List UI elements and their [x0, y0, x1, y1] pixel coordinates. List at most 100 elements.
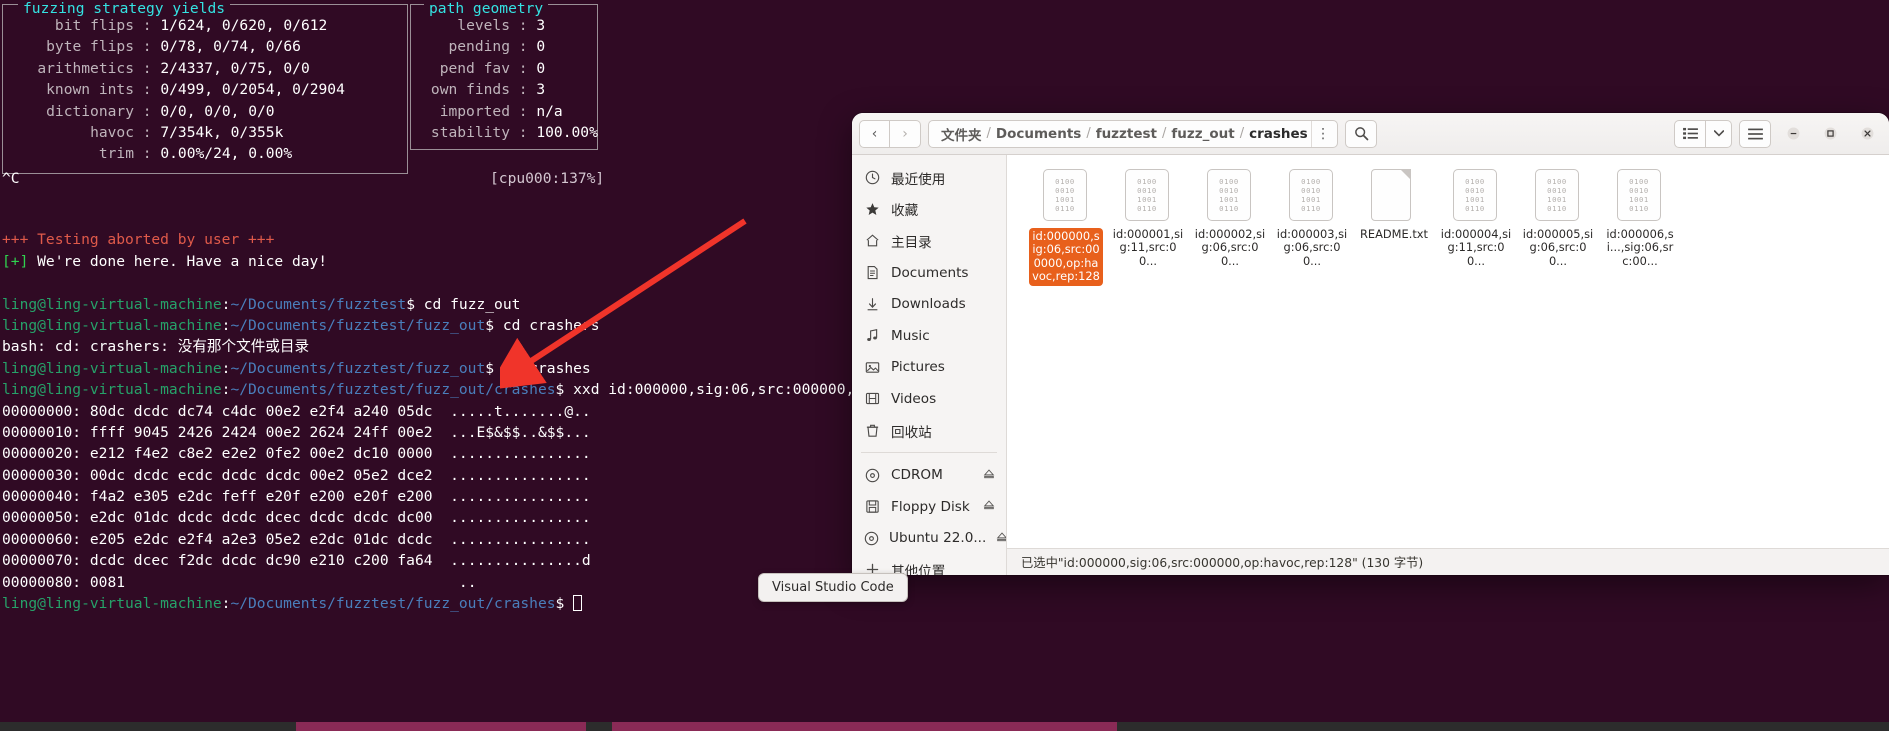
text-file-icon	[1371, 169, 1417, 225]
taskbar-segment-4[interactable]	[612, 722, 1117, 731]
path-menu-button[interactable]: ⋮	[1311, 120, 1335, 147]
afl-geometry-label: stability	[430, 123, 510, 141]
hamburger-menu-icon[interactable]	[1739, 119, 1771, 148]
breadcrumb-item[interactable]: fuzz_out	[1167, 126, 1238, 142]
prompt-path: ~/Documents/fuzztest/fuzz_out	[230, 359, 486, 377]
floppy-icon	[864, 499, 881, 514]
list-view-icon[interactable]	[1674, 119, 1706, 148]
download-icon	[864, 297, 881, 312]
sidebar-item-cdrom[interactable]: CDROM	[852, 459, 1006, 491]
afl-strategy-label: dictionary	[46, 102, 134, 120]
afl-geometry-label: levels	[457, 17, 510, 34]
file-item[interactable]: README.txt	[1353, 165, 1435, 292]
hex-ascii: ................	[432, 488, 591, 506]
sidebar-item-[interactable]: 主目录	[852, 225, 1006, 257]
sidebar-item-[interactable]: 其他位置	[852, 554, 1006, 575]
eject-icon[interactable]	[983, 499, 995, 514]
afl-strategy-row: known ints : 0/499, 0/2054, 0/2904	[6, 79, 345, 100]
taskbar-segment-3[interactable]	[586, 722, 612, 731]
binary-file-icon: 0100 0010 1001 0110	[1207, 169, 1253, 225]
sidebar-item-label: Ubuntu 22.0...	[889, 530, 987, 547]
hex-ascii: ...............d	[432, 552, 591, 570]
document-icon	[864, 265, 881, 280]
file-name-label: id:000000,sig:06,src:000000,op:havoc,rep…	[1029, 228, 1103, 286]
prompt-userhost: ling@ling-virtual-machine	[2, 295, 222, 313]
afl-strategy-value: 0/499, 0/2054, 0/2904	[160, 81, 345, 99]
sidebar-item-[interactable]: 收藏	[852, 194, 1006, 226]
hex-offset: 00000020:	[2, 445, 90, 463]
afl-geometry-row: levels : 3	[414, 15, 598, 36]
sidebar-item-floppy-disk[interactable]: Floppy Disk	[852, 491, 1006, 523]
terminal-prompt-line: ling@ling-virtual-machine:~/Documents/fu…	[0, 315, 1000, 336]
prompt-userhost: ling@ling-virtual-machine	[2, 359, 222, 377]
sidebar-item-pictures[interactable]: Pictures	[852, 352, 1006, 384]
forward-button[interactable]: ›	[890, 119, 921, 148]
hex-bytes: e2dc 01dc dcdc dcdc dcec dcdc dcdc dc00	[89, 509, 433, 527]
sidebar-item-music[interactable]: Music	[852, 320, 1006, 352]
breadcrumb-item[interactable]: fuzztest	[1092, 126, 1161, 142]
breadcrumb-item[interactable]: Documents	[992, 126, 1085, 142]
file-manager-window[interactable]: ‹ › 文件夹 / Documents / fuzztest / fuzz_out / cras…	[852, 113, 1889, 575]
hex-bytes: ffff 9045 2426 2424 00e2 2624 24ff 00e2	[89, 423, 433, 441]
sidebar-item-documents[interactable]: Documents	[852, 257, 1006, 289]
file-item[interactable]: 0100 0010 1001 0110 id:000001,sig:11,src:00.…	[1107, 165, 1189, 292]
hex-bytes: 80dc dcdc dc74 c4dc 00e2 e2f4 a240 05dc	[89, 402, 433, 420]
sidebar-item-[interactable]: 回收站	[852, 415, 1006, 447]
sidebar-item-label: Floppy Disk	[891, 498, 970, 515]
afl-geometry-label: own finds	[430, 81, 510, 99]
file-item[interactable]: 0100 0010 1001 0110 id:000003,sig:06,src:00.…	[1271, 165, 1353, 292]
file-manager-headerbar: ‹ › 文件夹 / Documents / fuzztest / fuzz_out / cras…	[852, 113, 1889, 155]
eject-icon[interactable]	[983, 468, 995, 483]
breadcrumb[interactable]: 文件夹 / Documents / fuzztest / fuzz_out / crashes …	[928, 119, 1338, 148]
minimize-button[interactable]	[1778, 120, 1808, 148]
afl-strategy-rows: bit flips : 1/624, 0/620, 0/612 byte flip…	[6, 15, 345, 165]
binary-file-icon: 0100 0010 1001 0110	[1617, 169, 1663, 225]
prompt-command: cd crashers	[494, 316, 600, 334]
hex-ascii: ...E$&$$..&$$...	[432, 423, 591, 441]
breadcrumb-item[interactable]: crashes	[1245, 126, 1308, 142]
taskbar-segment-2[interactable]	[296, 722, 586, 731]
file-item[interactable]: 0100 0010 1001 0110 id:000004,sig:11,src:00.…	[1435, 165, 1517, 292]
prompt-path: ~/Documents/fuzztest	[230, 295, 407, 313]
prompt-dollar: $	[406, 295, 415, 313]
chevron-down-icon[interactable]	[1706, 119, 1732, 148]
taskbar-segment-1[interactable]	[0, 722, 296, 731]
back-button[interactable]: ‹	[859, 119, 890, 148]
maximize-button[interactable]	[1815, 120, 1845, 148]
file-item[interactable]: 0100 0010 1001 0110 id:000002,sig:06,src:00.…	[1189, 165, 1271, 292]
file-grid[interactable]: 0100 0010 1001 0110 id:000000,sig:06,src:000…	[1007, 155, 1889, 292]
afl-strategy-label: bit flips	[54, 17, 134, 34]
sidebar-item-downloads[interactable]: Downloads	[852, 288, 1006, 320]
file-item[interactable]: 0100 0010 1001 0110 id:000005,sig:06,src:00.…	[1517, 165, 1599, 292]
sidebar[interactable]: 最近使用 收藏 主目录 Documents Downloads Music Pictures…	[852, 155, 1007, 575]
prompt-path: ~/Documents/fuzztest/fuzz_out/crashes	[230, 381, 556, 399]
afl-geometry-value: 3	[536, 17, 546, 34]
terminal-prompt-line: ling@ling-virtual-machine:~/Documents/fu…	[0, 358, 1000, 379]
disc-icon	[864, 468, 881, 483]
sidebar-item-ubuntu-22-0[interactable]: Ubuntu 22.0...	[852, 523, 1006, 555]
afl-geometry-row: pending : 0	[414, 36, 598, 57]
close-button[interactable]	[1852, 120, 1882, 148]
file-grid-area[interactable]: 0100 0010 1001 0110 id:000000,sig:06,src:000…	[1007, 155, 1889, 575]
afl-geometry-rows: levels : 3 pending : 0 pend fav : 0 own fin…	[414, 15, 598, 143]
afl-geometry-label: pend fav	[439, 59, 510, 77]
abort-message: +++ Testing aborted by user +++	[2, 231, 275, 249]
sidebar-item-videos[interactable]: Videos	[852, 383, 1006, 415]
sidebar-item-[interactable]: 最近使用	[852, 162, 1006, 194]
file-name-label: id:000006,si...,sig:06,src:00...	[1606, 227, 1674, 268]
file-item[interactable]: 0100 0010 1001 0110 id:000000,sig:06,src:000…	[1025, 165, 1107, 292]
afl-geometry-value: 100.00%	[536, 123, 598, 141]
afl-separator: :	[134, 123, 161, 141]
search-icon[interactable]	[1345, 119, 1377, 148]
hex-offset: 00000010:	[2, 423, 90, 441]
bash-error-message: bash: cd: crashers: 没有那个文件或目录	[2, 338, 310, 356]
file-item[interactable]: 0100 0010 1001 0110 id:000006,si...,sig:06,s…	[1599, 165, 1681, 292]
taskbar[interactable]	[0, 722, 1889, 731]
taskbar-segment-5[interactable]	[1117, 722, 1889, 731]
breadcrumb-item[interactable]: 文件夹	[937, 124, 986, 144]
file-name-label: id:000002,sig:06,src:00...	[1194, 227, 1266, 268]
eject-icon[interactable]	[996, 531, 1006, 546]
sidebar-item-label: Pictures	[891, 359, 945, 376]
afl-strategy-row: havoc : 7/354k, 0/355k	[6, 122, 345, 143]
